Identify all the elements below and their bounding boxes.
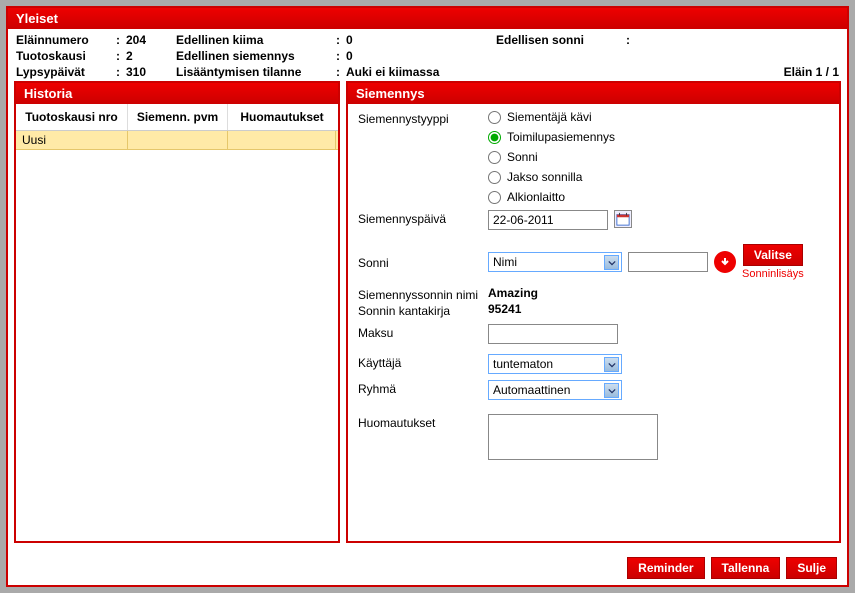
save-button[interactable]: Tallenna <box>711 557 781 579</box>
bull-name-value: Amazing <box>488 286 538 300</box>
add-bull-link[interactable]: Sonninlisäys <box>742 268 804 280</box>
bull-name-label: Siemennyssonnin nimi <box>358 286 488 302</box>
group-select[interactable]: Automaattinen <box>488 380 622 400</box>
history-header: Tuotoskausi nro Siemenn. pvm Huomautukse… <box>16 104 338 131</box>
main-window: Yleiset Eläinnumero:204 Tuotoskausi:2 Ly… <box>6 6 849 587</box>
sync-icon[interactable] <box>714 251 736 273</box>
close-button[interactable]: Sulje <box>786 557 837 579</box>
type-radio-group: Siementäjä kävi Toimilupasiemennys Sonni… <box>488 110 615 204</box>
chevron-down-icon <box>604 357 619 372</box>
col-lactation-no: Tuotoskausi nro <box>16 104 128 130</box>
bull-code-input[interactable] <box>628 252 708 272</box>
cell-remarks <box>228 131 336 149</box>
lactation-value: 2 <box>126 49 166 63</box>
herdbook-value: 95241 <box>488 302 521 316</box>
calendar-icon[interactable] <box>614 210 632 228</box>
type-label: Siemennystyyppi <box>358 110 488 126</box>
prev-bull-value <box>636 33 676 47</box>
table-row[interactable]: Uusi <box>16 131 338 150</box>
lactation-label: Tuotoskausi <box>16 49 116 63</box>
insemination-title: Siemennys <box>348 83 839 104</box>
history-title: Historia <box>16 83 338 104</box>
herdbook-label: Sonnin kantakirja <box>358 302 488 318</box>
radio-bull[interactable]: Sonni <box>488 150 615 164</box>
prev-insem-value: 0 <box>346 49 386 63</box>
radio-diy[interactable]: Toimilupasiemennys <box>488 130 615 144</box>
animal-counter: Eläin 1 / 1 <box>784 65 839 79</box>
remarks-input[interactable] <box>488 414 658 460</box>
prev-heat-value: 0 <box>346 33 386 47</box>
prev-bull-label: Edellisen sonni <box>496 33 616 47</box>
cell-insem-date <box>128 131 228 149</box>
radio-embryo[interactable]: Alkionlaitto <box>488 190 615 204</box>
user-label: Käyttäjä <box>358 354 488 370</box>
col-remarks: Huomautukset <box>228 104 336 130</box>
user-select[interactable]: tuntematon <box>488 354 622 374</box>
prev-heat-label: Edellinen kiima <box>176 33 326 47</box>
date-input[interactable] <box>488 210 608 230</box>
radio-bull-period[interactable]: Jakso sonnilla <box>488 170 615 184</box>
group-label: Ryhmä <box>358 380 488 396</box>
chevron-down-icon <box>604 383 619 398</box>
prev-insem-label: Edellinen siemennys <box>176 49 326 63</box>
days-value: 310 <box>126 65 166 79</box>
fee-label: Maksu <box>358 324 488 340</box>
footer-buttons: Reminder Tallenna Sulje <box>627 557 837 579</box>
select-button[interactable]: Valitse <box>743 244 803 266</box>
reminder-button[interactable]: Reminder <box>627 557 704 579</box>
bull-label: Sonni <box>358 254 488 270</box>
window-title: Yleiset <box>8 8 847 29</box>
animal-no-label: Eläinnumero <box>16 33 116 47</box>
repro-status-label: Lisääntymisen tilanne <box>176 65 326 79</box>
insemination-panel: Siemennys Siemennystyyppi Siementäjä käv… <box>346 81 841 543</box>
animal-no-value: 204 <box>126 33 166 47</box>
days-label: Lypsypäivät <box>16 65 116 79</box>
remarks-label: Huomautukset <box>358 414 488 430</box>
bull-select[interactable]: Nimi <box>488 252 622 272</box>
info-section: Eläinnumero:204 Tuotoskausi:2 Lypsypäivä… <box>8 29 847 81</box>
repro-status-value: Auki ei kiimassa <box>346 65 486 79</box>
date-label: Siemennyspäivä <box>358 210 488 226</box>
cell-lactation-no: Uusi <box>16 131 128 149</box>
fee-input[interactable] <box>488 324 618 344</box>
chevron-down-icon <box>604 255 619 270</box>
radio-technician[interactable]: Siementäjä kävi <box>488 110 615 124</box>
history-panel: Historia Tuotoskausi nro Siemenn. pvm Hu… <box>14 81 340 543</box>
col-insem-date: Siemenn. pvm <box>128 104 228 130</box>
